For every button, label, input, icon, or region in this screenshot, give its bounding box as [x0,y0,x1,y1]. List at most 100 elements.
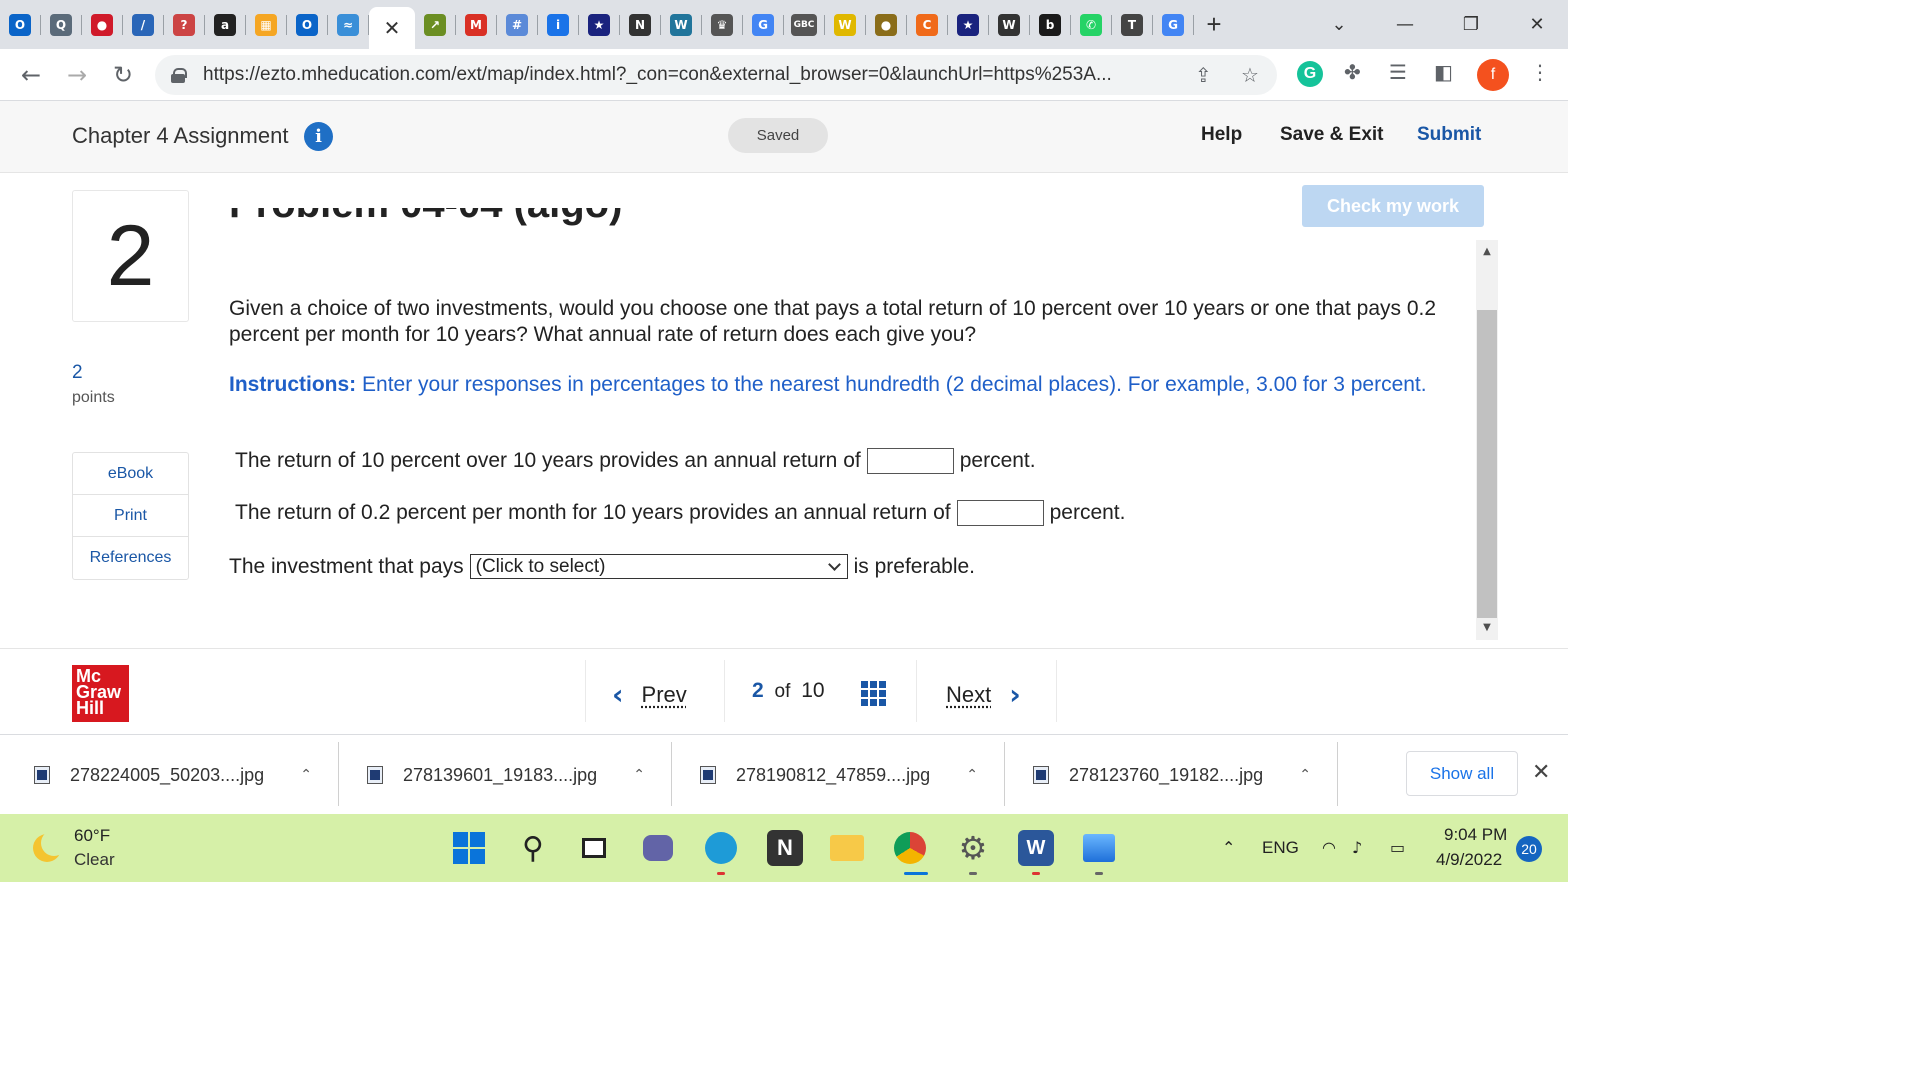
submit-link[interactable]: Submit [1417,124,1481,146]
chevron-up-icon[interactable]: ⌃ [966,767,978,783]
browser-tab[interactable]: i [538,0,578,49]
b-green-icon: b [1039,13,1061,36]
tab-search-chevron-icon[interactable]: ⌄ [1306,14,1372,35]
ebook-link[interactable]: eBook [73,453,188,495]
active-tab[interactable]: ✕ [369,7,415,49]
question-grid-icon[interactable] [861,681,886,706]
grammarly-extension-icon[interactable]: G [1297,61,1323,87]
browser-tab[interactable]: W [661,0,701,49]
browser-tab[interactable]: W [825,0,865,49]
download-item[interactable]: 278139601_19183....jpg ⌃ [367,753,645,797]
chrome-icon[interactable] [892,830,928,866]
browser-tab[interactable]: b [1030,0,1070,49]
chevron-up-icon[interactable]: ⌃ [633,767,645,783]
browser-tab[interactable]: G [743,0,783,49]
reload-icon[interactable]: ↻ [100,61,146,89]
download-item[interactable]: 278224005_50203....jpg ⌃ [34,753,312,797]
restore-icon[interactable]: ❐ [1438,14,1504,35]
scrollbar-thumb[interactable] [1477,310,1497,618]
back-icon[interactable]: ← [8,61,54,89]
show-all-downloads-button[interactable]: Show all [1406,751,1518,796]
browser-tab[interactable]: ● [866,0,906,49]
clock-date[interactable]: 4/9/2022 [1436,850,1502,870]
volume-icon[interactable]: ♪ [1352,838,1362,857]
edge-browser-icon[interactable] [703,830,739,866]
task-view-icon[interactable] [576,830,612,866]
notification-badge[interactable]: 20 [1516,836,1542,862]
language-indicator[interactable]: ENG [1262,838,1299,858]
browser-tab[interactable]: G [1153,0,1193,49]
browser-tab[interactable]: ▦ [246,0,286,49]
download-item[interactable]: 278190812_47859....jpg ⌃ [700,753,978,797]
scroll-up-icon[interactable]: ▲ [1476,246,1498,257]
share-icon[interactable]: ⇪ [1195,63,1212,87]
help-link[interactable]: Help [1201,124,1242,146]
next-button[interactable]: Next › [946,678,1021,711]
annual-return-input-2[interactable] [956,500,1044,526]
browser-tab[interactable]: N [620,0,660,49]
download-item[interactable]: 278123760_19182....jpg ⌃ [1033,753,1311,797]
start-windows-icon[interactable] [451,830,487,866]
browser-tab[interactable]: ↗ [415,0,455,49]
close-downloads-icon[interactable]: ✕ [1532,760,1550,785]
browser-tab[interactable]: ★ [948,0,988,49]
browser-tab[interactable]: ≈ [328,0,368,49]
print-link[interactable]: Print [73,495,188,537]
check-my-work-button[interactable]: Check my work [1302,185,1484,227]
prev-button[interactable]: ‹ Prev [612,678,687,711]
browser-tab[interactable]: GBC [784,0,824,49]
info-icon[interactable]: i [304,122,333,151]
extensions-puzzle-icon[interactable]: ✤ [1344,60,1361,84]
wifi-icon[interactable]: ◠ [1322,838,1336,857]
close-tab-icon[interactable]: ✕ [384,16,401,40]
browser-tab[interactable]: M [456,0,496,49]
browser-tab[interactable]: ● [82,0,122,49]
answer-line-2: The return of 0.2 percent per month for … [235,500,1126,526]
minimize-icon[interactable]: — [1372,14,1438,35]
side-panel-icon[interactable]: ◧ [1434,60,1453,84]
bookmark-star-icon[interactable]: ☆ [1241,63,1259,87]
profile-avatar[interactable]: f [1477,59,1509,91]
forward-icon[interactable]: → [54,61,100,89]
browser-tab[interactable]: T [1112,0,1152,49]
lock-icon[interactable] [171,68,187,83]
notion-app-icon[interactable]: N [767,830,803,866]
browser-tab[interactable]: ✆ [1071,0,1111,49]
chevron-up-icon[interactable]: ⌃ [300,767,312,783]
scroll-down-icon[interactable]: ▼ [1476,622,1498,633]
search-icon[interactable]: ⚲ [515,830,551,866]
battery-icon[interactable]: ▭ [1390,838,1405,857]
browser-tab[interactable]: Q [41,0,81,49]
browser-tab[interactable]: O [0,0,40,49]
menu-kebab-icon[interactable]: ⋮ [1530,60,1550,84]
chevron-up-icon[interactable]: ⌃ [1299,767,1311,783]
browser-tab[interactable]: ? [164,0,204,49]
tray-overflow-chevron-icon[interactable]: ⌃ [1222,838,1235,857]
address-bar[interactable]: https://ezto.mheducation.com/ext/map/ind… [155,55,1277,95]
preferable-investment-select[interactable]: (Click to select) [469,554,848,579]
browser-tab[interactable]: W [989,0,1029,49]
word-app-icon[interactable]: W [1018,830,1054,866]
references-link[interactable]: References [73,537,188,579]
browser-tab[interactable]: a [205,0,245,49]
teams-chat-icon[interactable] [640,830,676,866]
new-tab-button[interactable]: + [1194,0,1234,49]
weather-temperature[interactable]: 60°F [74,826,110,846]
annual-return-input-1[interactable] [866,448,954,474]
save-exit-link[interactable]: Save & Exit [1280,124,1384,146]
moon-weather-icon[interactable] [33,830,67,862]
browser-tab[interactable]: / [123,0,163,49]
weather-condition[interactable]: Clear [74,850,115,870]
file-explorer-icon[interactable] [829,830,865,866]
reading-list-icon[interactable]: ☰ [1389,60,1407,84]
url-text[interactable]: https://ezto.mheducation.com/ext/map/ind… [203,64,1173,86]
browser-tab[interactable]: # [497,0,537,49]
settings-gear-icon[interactable]: ⚙ [955,829,991,867]
browser-tab[interactable]: O [287,0,327,49]
browser-tab[interactable]: ★ [579,0,619,49]
browser-tab[interactable]: C [907,0,947,49]
clock-time[interactable]: 9:04 PM [1444,825,1507,845]
photos-app-icon[interactable] [1081,830,1117,866]
close-window-icon[interactable]: ✕ [1504,14,1570,35]
browser-tab[interactable]: ♛ [702,0,742,49]
